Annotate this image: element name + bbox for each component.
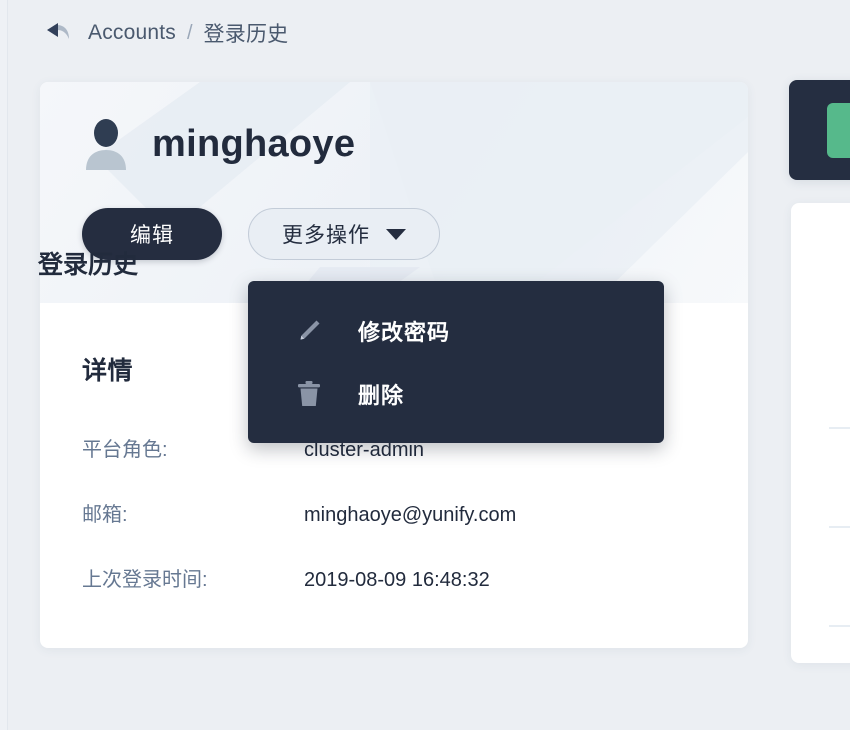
detail-label: 上次登录时间: bbox=[82, 569, 208, 591]
breadcrumb: Accounts / 登录历史 bbox=[40, 14, 288, 52]
breadcrumb-separator: / bbox=[186, 21, 193, 44]
menu-item-change-password[interactable]: 修改密码 bbox=[248, 299, 664, 362]
breadcrumb-parent-link[interactable]: Accounts bbox=[88, 21, 176, 45]
list-item-divider bbox=[829, 625, 850, 627]
more-actions-label: 更多操作 bbox=[282, 224, 370, 247]
menu-item-label: 修改密码 bbox=[358, 319, 451, 345]
chevron-down-icon bbox=[386, 228, 406, 240]
menu-item-delete[interactable]: 删除 bbox=[248, 362, 664, 425]
pencil-icon bbox=[294, 316, 324, 346]
user-identity: minghaoye bbox=[82, 118, 355, 170]
page-root: Accounts / 登录历史 minghaoye 编辑 更多操作 详情 平台角… bbox=[0, 0, 850, 730]
page-title: minghaoye bbox=[152, 123, 356, 165]
menu-item-label: 删除 bbox=[358, 382, 405, 408]
back-arrow-icon[interactable] bbox=[40, 20, 74, 46]
breadcrumb-current: 登录历史 bbox=[203, 23, 289, 46]
summary-dark-card bbox=[789, 80, 850, 180]
detail-value: minghaoye@yunify.com bbox=[304, 504, 517, 526]
more-actions-button[interactable]: 更多操作 bbox=[248, 208, 440, 260]
more-actions-dropdown: 修改密码 删除 bbox=[248, 281, 664, 443]
list-item-divider bbox=[829, 427, 850, 429]
login-history-title: 登录历史 bbox=[38, 251, 139, 279]
trash-icon bbox=[294, 379, 324, 409]
detail-value: 2019-08-09 16:48:32 bbox=[304, 569, 490, 591]
list-item-divider bbox=[829, 526, 850, 528]
table-row: 邮箱: minghaoye@yunify.com bbox=[82, 498, 706, 526]
header-watermark-decoration bbox=[95, 82, 748, 303]
user-avatar-icon bbox=[82, 118, 130, 170]
status-badge bbox=[827, 103, 850, 158]
login-history-card bbox=[791, 203, 850, 663]
table-row: 上次登录时间: 2019-08-09 16:48:32 bbox=[82, 563, 706, 591]
sidebar-edge bbox=[0, 0, 8, 730]
detail-label: 邮箱: bbox=[82, 504, 128, 526]
card-header: minghaoye 编辑 更多操作 bbox=[40, 82, 748, 303]
